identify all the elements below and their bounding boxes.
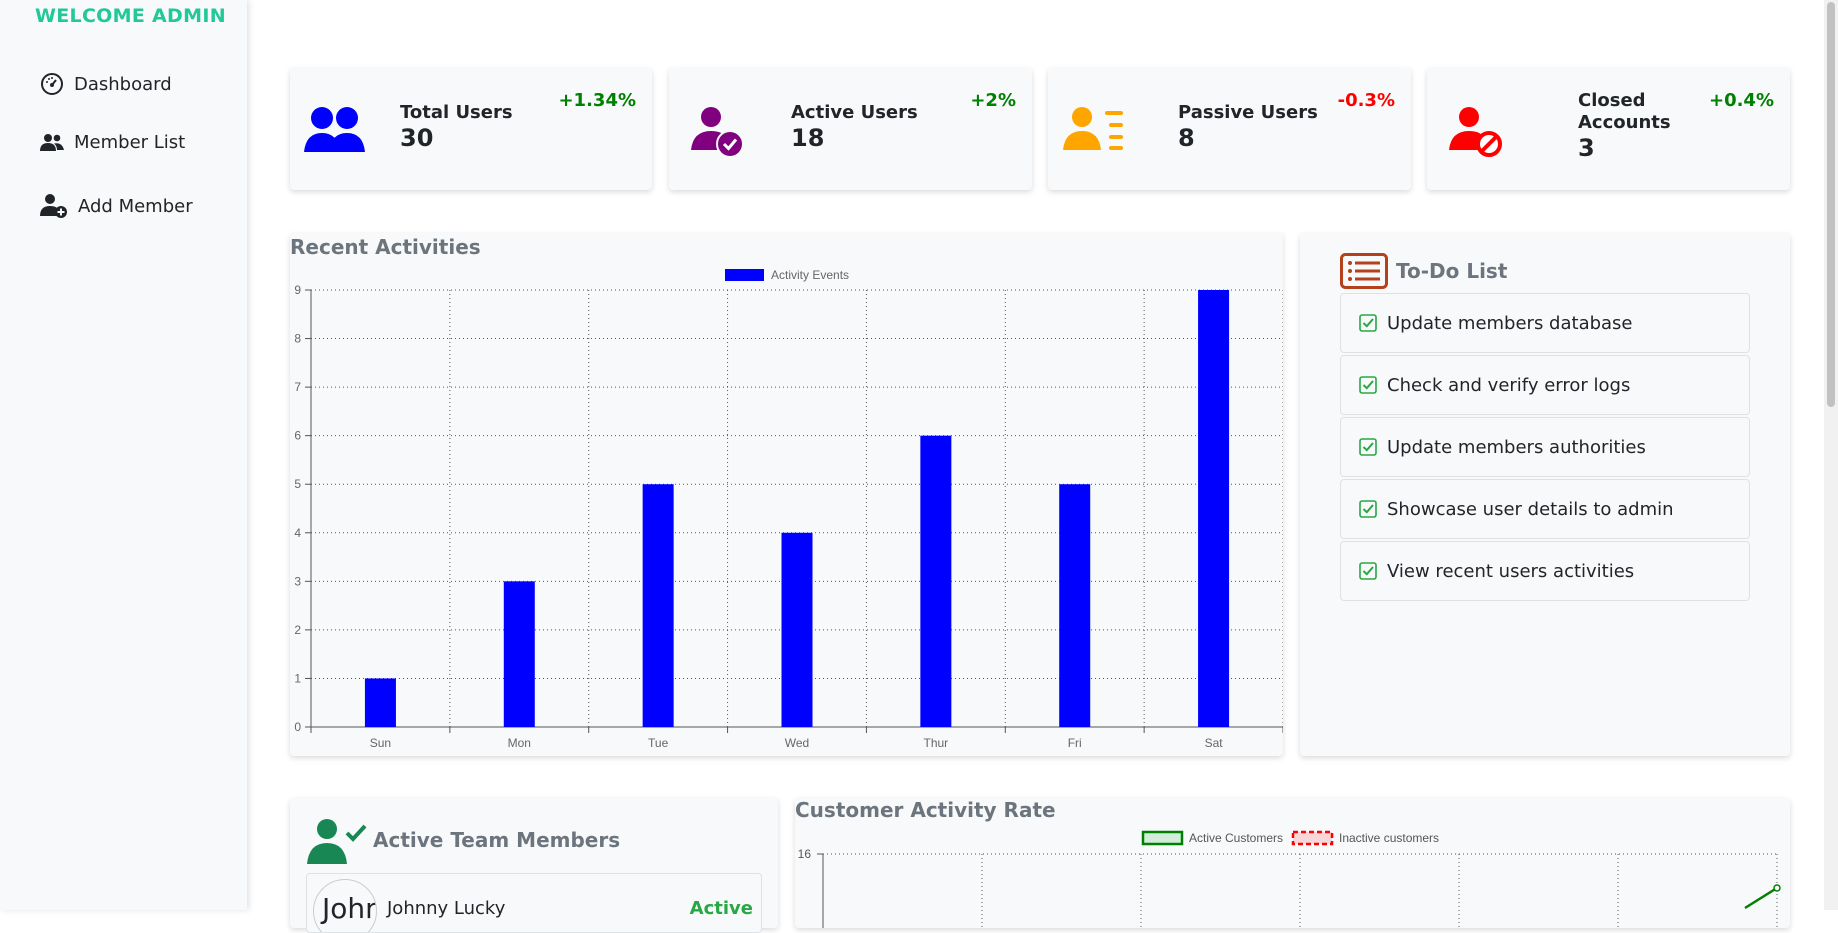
team-panel: Active Team Members Johnr Johnny Lucky A… bbox=[290, 798, 778, 933]
x-tick-label: Sun bbox=[370, 736, 391, 750]
x-tick-label: Tue bbox=[648, 736, 669, 750]
customer-activity-line-chart: Active Customers Inactive customers 16 bbox=[798, 830, 1781, 928]
checkbox-checked-icon[interactable] bbox=[1359, 314, 1377, 332]
list-icon bbox=[1340, 253, 1388, 289]
legend-swatch-active[interactable] bbox=[1141, 830, 1184, 846]
stat-change: +1.34% bbox=[558, 90, 636, 111]
users-icon bbox=[40, 133, 64, 151]
sidebar-item-add-member[interactable]: Add Member bbox=[40, 193, 193, 219]
user-plus-icon bbox=[40, 194, 67, 218]
scrollbar-thumb[interactable] bbox=[1827, 2, 1835, 407]
todo-item-label: Showcase user details to admin bbox=[1387, 498, 1674, 520]
legend-label[interactable]: Inactive customers bbox=[1339, 831, 1439, 845]
stat-title: Passive Users bbox=[1178, 102, 1318, 123]
y-tick-label: 7 bbox=[294, 380, 301, 394]
y-tick-label: 3 bbox=[294, 574, 301, 588]
todo-item[interactable]: Check and verify error logs bbox=[1340, 355, 1750, 415]
checkbox-checked-icon[interactable] bbox=[1359, 562, 1377, 580]
sidebar-item-dashboard[interactable]: Dashboard bbox=[40, 72, 172, 96]
stat-card-passive-users: Passive Users 8 -0.3% bbox=[1048, 68, 1411, 190]
y-tick-label: 0 bbox=[294, 720, 301, 734]
stat-change: +0.4% bbox=[1708, 90, 1774, 111]
team-title: Active Team Members bbox=[373, 828, 621, 852]
stat-change: -0.3% bbox=[1337, 90, 1395, 111]
stat-card-closed-accounts: Closed Accounts 3 +0.4% bbox=[1427, 68, 1790, 190]
member-status: Active bbox=[689, 898, 753, 919]
recent-activities-panel: Recent Activities Activity Events 0 1 2 3 4 5 6… bbox=[290, 233, 1283, 756]
welcome-heading: WELCOME ADMIN bbox=[35, 5, 226, 27]
user-check-icon bbox=[307, 819, 367, 864]
todo-item-label: Check and verify error logs bbox=[1387, 374, 1631, 396]
checkbox-checked-icon[interactable] bbox=[1359, 500, 1377, 518]
x-tick-label: Thur bbox=[924, 736, 949, 750]
sidebar-item-label: Member List bbox=[74, 132, 186, 153]
stat-value: 3 bbox=[1578, 134, 1595, 162]
y-tick-label: 8 bbox=[294, 332, 301, 346]
y-tick-label: 9 bbox=[294, 283, 301, 297]
todo-item-label: Update members authorities bbox=[1387, 436, 1646, 458]
stat-value: 8 bbox=[1178, 124, 1195, 152]
stat-value: 18 bbox=[791, 124, 825, 152]
active-customers-line bbox=[1744, 886, 1778, 910]
stat-title: Total Users bbox=[400, 102, 513, 123]
bar-mon[interactable] bbox=[503, 581, 535, 727]
data-point[interactable] bbox=[1773, 884, 1781, 892]
legend-swatch-inactive[interactable] bbox=[1291, 830, 1334, 846]
stat-card-active-users: Active Users 18 +2% bbox=[669, 68, 1032, 190]
y-tick-label: 2 bbox=[294, 623, 301, 637]
customer-activity-panel: Customer Activity Rate Active Customers I… bbox=[795, 798, 1790, 928]
bar-sat[interactable] bbox=[1198, 290, 1230, 727]
bar-tue[interactable] bbox=[642, 484, 674, 727]
user-blocked-icon bbox=[1449, 107, 1502, 157]
todo-item[interactable]: Update members authorities bbox=[1340, 417, 1750, 477]
bar-fri[interactable] bbox=[1059, 484, 1091, 727]
member-name: Johnny Lucky bbox=[387, 898, 506, 919]
todo-item[interactable]: Update members database bbox=[1340, 293, 1750, 353]
x-tick-label: Sat bbox=[1205, 736, 1224, 750]
user-list-icon bbox=[1063, 107, 1123, 150]
checkbox-checked-icon[interactable] bbox=[1359, 376, 1377, 394]
stat-title-line: Accounts bbox=[1578, 112, 1671, 133]
stat-title: Active Users bbox=[791, 102, 918, 123]
team-member-row[interactable]: Johnr Johnny Lucky Active bbox=[306, 873, 762, 933]
avatar-alt-text: Johnr bbox=[322, 892, 376, 925]
y-tick-label: 6 bbox=[294, 429, 301, 443]
todo-item-label: View recent users activities bbox=[1387, 560, 1635, 582]
y-tick-label: 1 bbox=[294, 671, 301, 685]
y-tick-label: 16 bbox=[798, 847, 812, 861]
gauge-icon bbox=[41, 73, 63, 95]
y-tick-label: 5 bbox=[294, 477, 301, 491]
todo-panel: To-Do List Update members database Check … bbox=[1300, 233, 1790, 756]
legend-swatch[interactable] bbox=[725, 269, 764, 281]
y-tick-label: 4 bbox=[294, 526, 301, 540]
bar-sun[interactable] bbox=[364, 678, 396, 727]
sidebar-item-label: Add Member bbox=[78, 195, 193, 217]
todo-item[interactable]: View recent users activities bbox=[1340, 541, 1750, 601]
legend-label[interactable]: Activity Events bbox=[771, 268, 849, 282]
stat-title-line: Closed bbox=[1578, 90, 1646, 111]
checkbox-checked-icon[interactable] bbox=[1359, 438, 1377, 456]
x-tick-label: Fri bbox=[1068, 736, 1082, 750]
x-tick-label: Mon bbox=[508, 736, 531, 750]
x-tick-label: Wed bbox=[785, 736, 809, 750]
todo-item-label: Update members database bbox=[1387, 312, 1633, 334]
bar-thur[interactable] bbox=[920, 435, 952, 727]
avatar: Johnr bbox=[313, 879, 377, 932]
todo-item[interactable]: Showcase user details to admin bbox=[1340, 479, 1750, 539]
activity-bar-chart: Activity Events 0 1 2 3 4 5 6 7 8 9 Sun Mon Tue Wed Thu… bbox=[294, 268, 1283, 750]
stat-value: 30 bbox=[400, 124, 434, 152]
stat-card-total-users: Total Users 30 +1.34% bbox=[290, 68, 652, 190]
sidebar: WELCOME ADMIN Dashboard Member List Add … bbox=[0, 0, 247, 910]
bar-wed[interactable] bbox=[781, 532, 813, 727]
page-scrollbar[interactable] bbox=[1824, 0, 1838, 910]
sidebar-item-member-list[interactable]: Member List bbox=[40, 132, 185, 153]
stat-title: Closed Accounts bbox=[1578, 90, 1671, 134]
sidebar-item-label: Dashboard bbox=[74, 73, 172, 95]
legend-label[interactable]: Active Customers bbox=[1189, 831, 1283, 845]
user-check-icon bbox=[691, 107, 744, 158]
stat-change: +2% bbox=[970, 90, 1016, 111]
todo-title: To-Do List bbox=[1396, 259, 1508, 283]
users-icon bbox=[304, 107, 365, 152]
